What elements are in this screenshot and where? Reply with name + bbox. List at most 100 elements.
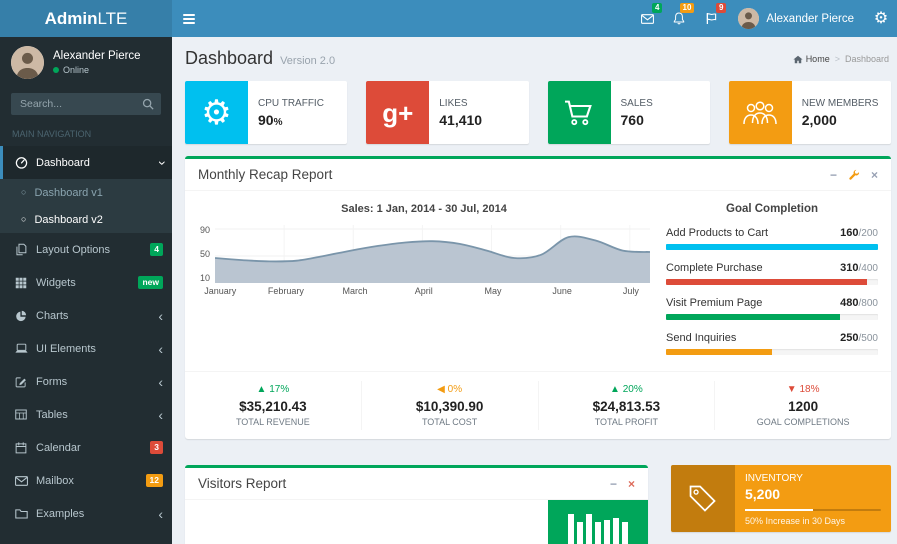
circle-icon: ○ <box>21 188 26 197</box>
goal-completion-title: Goal Completion <box>666 203 878 215</box>
inventory-progress-bar <box>745 509 881 511</box>
caret-up-icon: ▲ <box>257 384 267 395</box>
sidebar-user-name: Alexander Pierce <box>53 50 141 62</box>
collapse-button[interactable]: − <box>610 478 617 490</box>
sidebar-toggle-button[interactable] <box>172 0 206 37</box>
sales-area-chart <box>215 225 650 283</box>
badge: 4 <box>150 243 163 256</box>
gears-icon: ⚙ <box>874 11 888 27</box>
flag-icon <box>706 12 717 25</box>
table-icon <box>15 409 36 420</box>
recap-footer: ▲ 17% $35,210.43 TOTAL REVENUE ◀ 0% $10,… <box>185 371 891 439</box>
caret-up-icon: ▲ <box>610 384 620 395</box>
search-icon <box>142 98 154 110</box>
badge: 12 <box>146 474 163 487</box>
info-box-value: 760 <box>621 112 653 128</box>
avatar <box>738 8 759 29</box>
chevron-left-icon: ‹ <box>158 507 163 521</box>
info-box-new-members: NEW MEMBERS 2,000 <box>729 81 891 144</box>
sidebar-item-ui-elements[interactable]: UI Elements ‹ <box>0 332 172 365</box>
badge: new <box>138 276 163 289</box>
wrench-button[interactable] <box>848 169 860 181</box>
progress-bar <box>666 244 878 250</box>
control-sidebar-toggle[interactable]: ⚙ <box>865 0 897 37</box>
notifications-menu[interactable]: 10 <box>663 0 695 37</box>
goal-completion: Goal Completion Add Products to Cart160/… <box>666 201 878 367</box>
pie-chart-icon <box>15 310 36 322</box>
sidebar-item-calendar[interactable]: Calendar 3 <box>0 431 172 464</box>
x-axis-label: June <box>552 286 572 296</box>
y-axis: 90 50 10 <box>198 225 215 283</box>
search-button[interactable] <box>135 93 161 115</box>
visitors-sparkbar <box>568 510 628 544</box>
sidebar-item-dashboard-v1[interactable]: ○ Dashboard v1 <box>0 179 172 206</box>
edit-icon <box>15 376 36 388</box>
gear-icon: ⚙ <box>185 81 248 144</box>
online-status-icon <box>53 67 59 73</box>
inventory-info-box: INVENTORY 5,200 50% Increase in 30 Days <box>671 465 891 532</box>
caret-down-icon: ▼ <box>787 384 797 395</box>
stat-total-cost: ◀ 0% $10,390.90 TOTAL COST <box>362 381 539 430</box>
user-name: Alexander Pierce <box>766 13 854 25</box>
messages-menu[interactable]: 4 <box>631 0 663 37</box>
sidebar-menu: Dashboard ‹ ○ Dashboard v1 ○ Dashboard v… <box>0 146 172 530</box>
sidebar-item-dashboard[interactable]: Dashboard ‹ <box>0 146 172 179</box>
x-axis-label: July <box>623 286 639 296</box>
chevron-left-icon: ‹ <box>158 375 163 389</box>
circle-icon: ○ <box>21 215 26 224</box>
sidebar-item-forms[interactable]: Forms ‹ <box>0 365 172 398</box>
visitors-map-area <box>185 500 648 544</box>
info-box-sales: SALES 760 <box>548 81 710 144</box>
sidebar-item-examples[interactable]: Examples ‹ <box>0 497 172 530</box>
notifications-badge: 10 <box>680 3 695 13</box>
info-box-row: ⚙ CPU TRAFFIC 90% g+ LIKES 41,410 SALES … <box>185 81 891 144</box>
inventory-description: 50% Increase in 30 Days <box>745 516 881 526</box>
collapse-button[interactable]: − <box>830 169 837 181</box>
envelope-icon <box>641 14 654 24</box>
x-axis-label: January <box>204 286 236 296</box>
progress-group: Visit Premium Page480/800 <box>666 297 878 320</box>
sidebar-item-charts[interactable]: Charts ‹ <box>0 299 172 332</box>
avatar <box>11 46 44 79</box>
sidebar-item-layout-options[interactable]: Layout Options 4 <box>0 233 172 266</box>
sidebar-item-mailbox[interactable]: Mailbox 12 <box>0 464 172 497</box>
breadcrumb-home[interactable]: Home <box>793 54 830 64</box>
bell-icon <box>673 12 685 25</box>
dashboard-icon <box>15 156 36 169</box>
breadcrumb-current: Dashboard <box>845 54 889 64</box>
progress-bar <box>666 349 878 355</box>
calendar-icon <box>15 442 36 454</box>
info-box-cpu-traffic: ⚙ CPU TRAFFIC 90% <box>185 81 347 144</box>
sidebar-search-form <box>11 93 161 115</box>
tag-icon <box>671 465 735 532</box>
x-axis-label: April <box>415 286 433 296</box>
badge: 3 <box>150 441 163 454</box>
box-title: Monthly Recap Report <box>198 167 332 182</box>
app-logo[interactable]: AdminLTE <box>0 0 172 37</box>
search-input[interactable] <box>11 93 135 115</box>
inventory-value: 5,200 <box>745 486 881 502</box>
navbar: AdminLTE 4 10 9 Alexander Pierce <box>0 0 897 37</box>
stat-goal-completions: ▼ 18% 1200 GOAL COMPLETIONS <box>715 381 891 430</box>
progress-bar <box>666 314 878 320</box>
stat-total-profit: ▲ 20% $24,813.53 TOTAL PROFIT <box>539 381 716 430</box>
box-tools: − × <box>610 478 635 490</box>
chevron-left-icon: ‹ <box>158 342 163 356</box>
sidebar-item-tables[interactable]: Tables ‹ <box>0 398 172 431</box>
logo-bold: Admin <box>45 9 98 29</box>
bottom-row: Visitors Report − × INVENTORY 5,200 50% … <box>185 465 891 544</box>
sidebar-item-widgets[interactable]: Widgets new <box>0 266 172 299</box>
page-title: DashboardVersion 2.0 <box>185 48 891 69</box>
user-status[interactable]: Online <box>53 65 141 75</box>
sidebar-item-dashboard-v2[interactable]: ○ Dashboard v2 <box>0 206 172 233</box>
close-button[interactable]: × <box>628 478 635 490</box>
user-menu[interactable]: Alexander Pierce <box>727 0 865 37</box>
chevron-left-icon: ‹ <box>158 408 163 422</box>
google-plus-icon: g+ <box>366 81 429 144</box>
close-button[interactable]: × <box>871 169 878 181</box>
tasks-menu[interactable]: 9 <box>695 0 727 37</box>
sales-chart: Sales: 1 Jan, 2014 - 30 Jul, 2014 90 50 … <box>198 201 650 367</box>
sidebar: Alexander Pierce Online MAIN NAVIGATION … <box>0 37 172 544</box>
visitors-report-box: Visitors Report − × <box>185 465 648 544</box>
navbar-right-menu: 4 10 9 Alexander Pierce ⚙ <box>631 0 897 37</box>
